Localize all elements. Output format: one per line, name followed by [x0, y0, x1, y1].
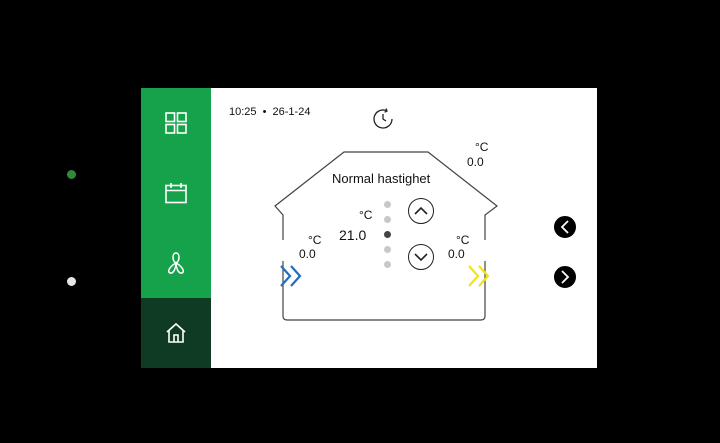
setpoint-unit: °C: [359, 208, 373, 222]
status-led-green: [67, 170, 76, 179]
setpoint-value: 21.0: [339, 227, 367, 243]
fan-level-dot: [384, 231, 391, 238]
extract-air-arrow-icon: [468, 265, 490, 287]
extract-temp-value: 0.0: [448, 247, 465, 261]
calendar-icon: [165, 183, 187, 204]
sidebar-item-menu[interactable]: [141, 88, 211, 158]
house-outline: [274, 151, 498, 321]
decrease-button[interactable]: [408, 244, 434, 270]
fan-level-dot: [384, 261, 391, 268]
grid-icon: [165, 112, 187, 134]
fan-icon: [167, 252, 185, 274]
fan-level-dot: [384, 246, 391, 253]
status-led-white: [67, 277, 76, 286]
next-page-button[interactable]: [553, 265, 577, 289]
previous-page-button[interactable]: [553, 215, 577, 239]
sidebar-item-home[interactable]: [141, 298, 211, 368]
fan-level-dot: [384, 201, 391, 208]
chevron-right-icon: [561, 270, 570, 284]
home-icon: [166, 322, 186, 343]
outdoor-temp-unit: °C: [475, 140, 489, 154]
main-screen: 10:25 • 26-1-24 Normal hastighet °C 0.0 …: [211, 88, 597, 368]
increase-button[interactable]: [408, 198, 434, 224]
sidebar-item-fan[interactable]: [141, 228, 211, 298]
chevron-left-icon: [560, 220, 569, 234]
fan-level-dot: [384, 216, 391, 223]
supply-temp-value: 0.0: [299, 247, 316, 261]
extract-temp-unit: °C: [456, 233, 470, 247]
mode-label: Normal hastighet: [332, 171, 431, 186]
outdoor-temp-value: 0.0: [467, 155, 484, 169]
supply-air-arrow-icon: [280, 265, 302, 287]
sidebar: [141, 88, 211, 368]
chevron-up-icon: [414, 206, 428, 215]
sidebar-item-schedule[interactable]: [141, 158, 211, 228]
supply-temp-unit: °C: [308, 233, 322, 247]
chevron-down-icon: [414, 253, 428, 262]
